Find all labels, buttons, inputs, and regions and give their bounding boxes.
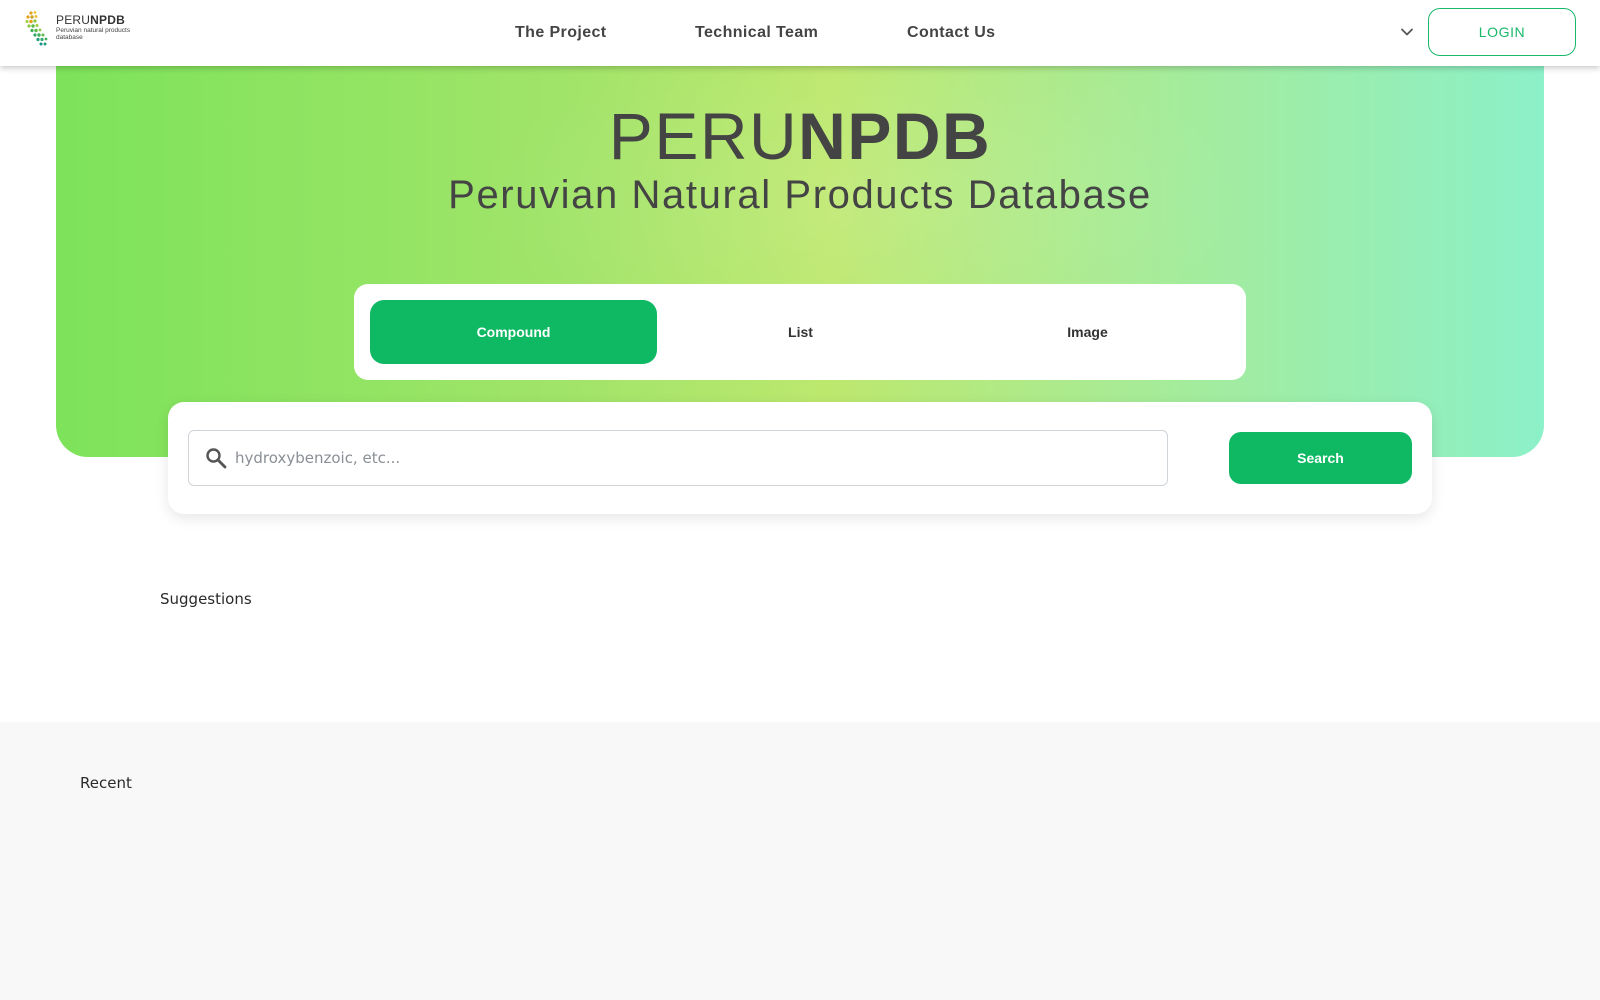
login-button[interactable]: LOGIN [1428, 8, 1576, 56]
top-navbar: PERUNPDB Peruvian natural products datab… [0, 0, 1600, 66]
suggestions-heading: Suggestions [160, 590, 252, 608]
recent-section: Recent [0, 722, 1600, 1000]
nav-link-the-project[interactable]: The Project [515, 24, 607, 42]
hero-subtitle: Peruvian Natural Products Database [448, 173, 1152, 217]
tab-image[interactable]: Image [944, 300, 1231, 364]
search-card: Search [168, 402, 1432, 514]
search-mode-tabs: Compound List Image [354, 284, 1246, 380]
search-button[interactable]: Search [1229, 432, 1412, 484]
hero-title-light: PERU [608, 99, 799, 173]
chevron-down-icon[interactable] [1399, 24, 1415, 40]
tab-compound[interactable]: Compound [370, 300, 657, 364]
search-box[interactable] [188, 430, 1168, 486]
recent-heading: Recent [80, 774, 132, 792]
hero-banner: PERUNPDB Peruvian Natural Products Datab… [56, 40, 1544, 457]
search-input[interactable] [233, 431, 1157, 485]
tab-list[interactable]: List [657, 300, 944, 364]
hero-title: PERUNPDB [56, 96, 1544, 176]
nav-link-technical-team[interactable]: Technical Team [695, 24, 818, 42]
nav-link-contact-us[interactable]: Contact Us [907, 24, 995, 42]
search-icon [206, 448, 227, 469]
hero-title-bold: NPDB [798, 99, 992, 173]
main-nav: The Project Technical Team Contact Us [0, 0, 1600, 66]
